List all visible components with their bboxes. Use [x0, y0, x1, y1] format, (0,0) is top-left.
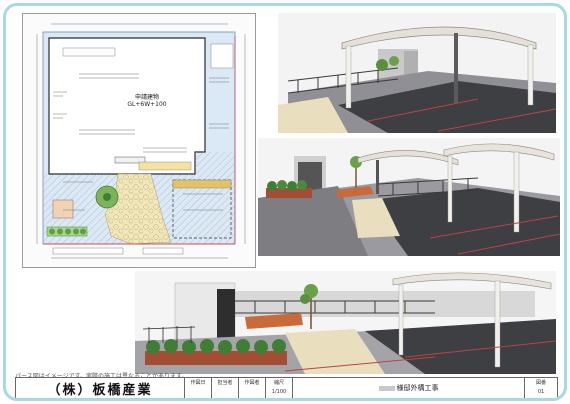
- project-name-text: 様邸外構工事: [396, 384, 439, 392]
- drawing-number-value: 01: [537, 389, 545, 395]
- sheet-frame: 申請建物 GL+6W+100 （株）板橋産業 作図日 担当者 作図者 縮尺 1/…: [3, 3, 567, 401]
- render-carport-overview-image: [278, 13, 556, 133]
- render-carport-overview: [278, 13, 556, 133]
- drawing-number-label: 図番: [535, 380, 546, 386]
- company-name: （株）板橋産業: [16, 378, 185, 398]
- render-garden-perspective: [258, 138, 560, 256]
- redacted-client-name: [378, 385, 395, 391]
- scale-value: 1/100: [271, 389, 287, 395]
- drawing-number-cell: 図番 01: [525, 378, 557, 398]
- site-plan: 申請建物 GL+6W+100: [22, 13, 256, 268]
- site-plan-drawing: [36, 23, 246, 259]
- building-label: 申請建物 GL+6W+100: [117, 94, 177, 108]
- title-block: （株）板橋産業 作図日 担当者 作図者 縮尺 1/100 様邸外構工事 図番 0…: [15, 377, 558, 398]
- date-cell: 作図日: [185, 378, 212, 398]
- render-street-view-image: [135, 271, 556, 374]
- scale-cell-label: 縮尺: [273, 380, 284, 386]
- render-garden-perspective-image: [258, 138, 560, 256]
- drafter-cell-label: 作図者: [244, 380, 260, 386]
- render-street-view: [135, 271, 556, 374]
- person-cell: 担当者: [212, 378, 239, 398]
- building-label-title: 申請建物: [134, 94, 159, 101]
- person-cell-label: 担当者: [217, 380, 233, 386]
- project-name: 様邸外構工事: [293, 378, 525, 398]
- date-cell-label: 作図日: [190, 380, 206, 386]
- scale-cell: 縮尺 1/100: [266, 378, 293, 398]
- drafter-cell: 作図者: [239, 378, 266, 398]
- building-label-sub: GL+6W+100: [127, 101, 167, 108]
